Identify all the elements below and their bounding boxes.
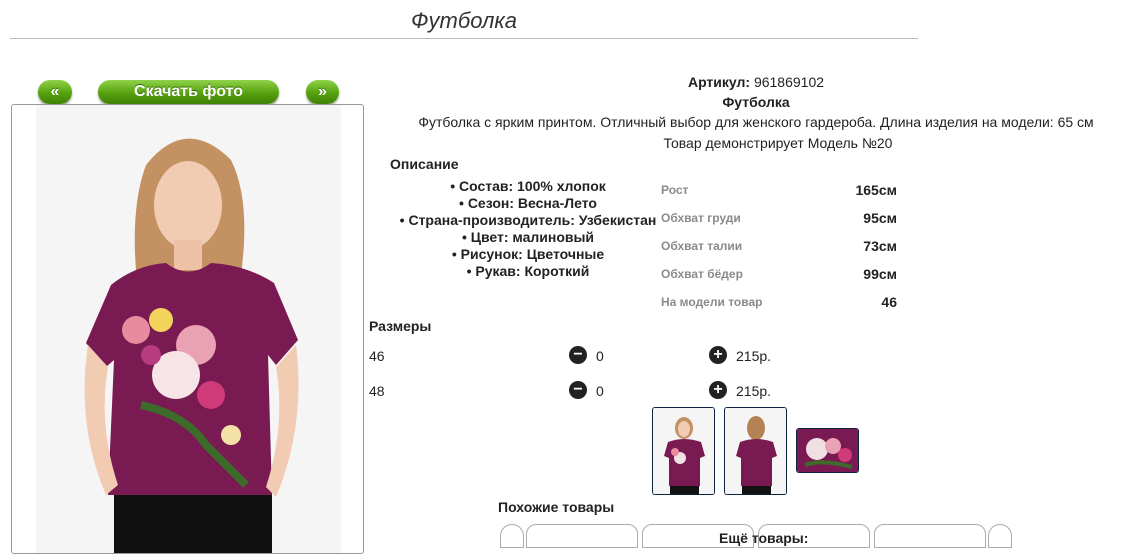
feature-item: • Цвет: малиновый bbox=[461, 229, 595, 245]
page-title: Футболка bbox=[411, 8, 517, 33]
measurement-label: Обхват груди bbox=[661, 211, 741, 225]
similar-products-title: Похожие товары bbox=[498, 499, 615, 515]
similar-next-tab[interactable] bbox=[988, 524, 1012, 548]
thumbnail-back-image bbox=[725, 408, 786, 494]
previous-photo-button[interactable]: « bbox=[38, 80, 72, 104]
feature-item: • Сезон: Весна-Лето bbox=[459, 195, 597, 211]
measurement-value: 99см bbox=[863, 266, 897, 282]
price: 215р. bbox=[736, 348, 772, 364]
measurement-row: Обхват бёдер 99см bbox=[661, 260, 897, 288]
thumbnail-front[interactable] bbox=[652, 407, 715, 495]
more-products-title: Ещё товары: bbox=[719, 530, 809, 546]
measurement-label: На модели товар bbox=[661, 295, 763, 309]
thumbnail-back[interactable] bbox=[724, 407, 787, 495]
measurement-value: 73см bbox=[863, 238, 897, 254]
size-label: 46 bbox=[369, 348, 385, 364]
quantity-value: 0 bbox=[596, 348, 604, 364]
measurement-row: Рост 165см bbox=[661, 176, 897, 204]
model-measurements: Рост 165см Обхват груди 95см Обхват тали… bbox=[661, 176, 897, 316]
quantity-value: 0 bbox=[596, 383, 604, 399]
feature-item: • Рисунок: Цветочные bbox=[451, 246, 605, 262]
feature-item: • Рукав: Короткий bbox=[466, 263, 590, 279]
next-photo-button[interactable]: » bbox=[306, 80, 339, 104]
feature-item: • Страна-производитель: Узбекистан bbox=[399, 212, 657, 228]
increase-quantity-button[interactable]: + bbox=[709, 346, 727, 364]
thumbnail-print[interactable] bbox=[796, 428, 859, 473]
product-description: Футболка с ярким принтом. Отличный выбор… bbox=[418, 114, 1094, 130]
sizes-title: Размеры bbox=[369, 318, 432, 334]
title-divider bbox=[10, 38, 918, 39]
article-line: Артикул: 961869102 bbox=[560, 74, 952, 90]
measurement-value: 46 bbox=[881, 294, 897, 310]
model-note: Товар демонстрирует Модель №20 bbox=[663, 135, 893, 151]
thumbnail-print-image bbox=[797, 429, 858, 472]
decrease-quantity-button[interactable]: − bbox=[569, 346, 587, 364]
measurement-value: 165см bbox=[855, 182, 897, 198]
similar-prev-tab[interactable] bbox=[500, 524, 524, 548]
measurement-label: Рост bbox=[661, 183, 689, 197]
increase-quantity-button[interactable]: + bbox=[709, 381, 727, 399]
measurement-row: На модели товар 46 bbox=[661, 288, 897, 316]
measurement-label: Обхват талии bbox=[661, 239, 743, 253]
download-photo-button[interactable]: Скачать фото bbox=[98, 80, 279, 104]
measurement-row: Обхват груди 95см bbox=[661, 204, 897, 232]
size-row: 48 − 0 + 215р. bbox=[369, 381, 789, 401]
similar-product-tab[interactable] bbox=[526, 524, 638, 548]
measurement-label: Обхват бёдер bbox=[661, 267, 743, 281]
size-label: 48 bbox=[369, 383, 385, 399]
price: 215р. bbox=[736, 383, 772, 399]
article-value: 961869102 bbox=[753, 74, 825, 90]
description-title: Описание bbox=[390, 156, 459, 172]
feature-item: • Состав: 100% хлопок bbox=[450, 178, 606, 194]
measurement-value: 95см bbox=[863, 210, 897, 226]
similar-product-tab[interactable] bbox=[874, 524, 986, 548]
article-label: Артикул: bbox=[687, 74, 751, 90]
feature-list: • Состав: 100% хлопок • Сезон: Весна-Лет… bbox=[390, 178, 666, 280]
size-row: 46 − 0 + 215р. bbox=[369, 346, 789, 366]
product-name: Футболка bbox=[722, 94, 790, 110]
main-photo-frame bbox=[11, 104, 364, 554]
product-photo[interactable] bbox=[36, 105, 341, 554]
measurement-row: Обхват талии 73см bbox=[661, 232, 897, 260]
thumbnail-front-image bbox=[653, 408, 714, 494]
decrease-quantity-button[interactable]: − bbox=[569, 381, 587, 399]
